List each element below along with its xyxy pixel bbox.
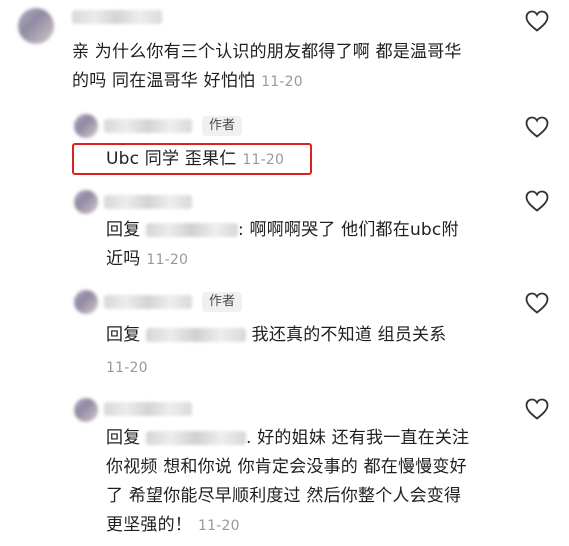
comment-text-line: 了 希望你能尽早顺利度过 然后你整个人会变得 [106,486,462,506]
comment-time: 11-20 [261,74,303,90]
heart-icon[interactable] [525,10,549,32]
comment-text-line: 回复 : 啊啊啊哭了 他们都在ubc附 [106,216,459,245]
username-blurred[interactable] [104,119,192,133]
comment-time: 11-20 [106,360,148,376]
reply-prefix: 回复 [106,428,141,448]
heart-icon[interactable] [525,116,549,138]
reply-prefix: 回复 [106,220,141,240]
comment-text: . 好的姐妹 还有我一直在关注 [246,428,470,448]
reply-target-blurred[interactable] [146,223,239,237]
heart-icon[interactable] [525,398,549,420]
comment-text-line: 更坚强的！ 11-20 [106,511,240,541]
comment-text-line: 亲 为什么你有三个认识的朋友都得了啊 都是温哥华 [72,42,462,62]
author-badge: 作者 [202,292,243,312]
comment-time: 11-20 [146,252,189,268]
avatar[interactable] [74,398,98,422]
username-blurred[interactable] [104,195,192,209]
comment-text: : 啊啊啊哭了 他们都在ubc附 [238,220,459,240]
comment-text: 的吗 同在温哥华 好怕怕 [72,71,256,91]
reply-target-blurred[interactable] [146,328,247,342]
comment-text-line: 回复 . 好的姐妹 还有我一直在关注 [106,424,469,453]
heart-icon[interactable] [525,292,549,314]
heart-icon[interactable] [525,190,549,212]
comment-text: 近吗 [106,249,141,269]
comment-text: 我还真的不知道 组员关系 [251,325,447,345]
avatar[interactable] [74,190,98,214]
avatar[interactable] [74,290,98,314]
username-blurred[interactable] [104,402,192,416]
avatar[interactable] [18,8,54,44]
author-badge: 作者 [202,116,243,136]
username-blurred[interactable] [72,10,162,24]
comment-text: 更坚强的！ [106,515,192,535]
highlight-box [72,143,312,175]
comment-time: 11-20 [198,518,240,534]
comment-text-line: 11-20 [106,353,148,383]
avatar[interactable] [74,114,98,138]
comment-text-line: 你视频 想和你说 你肯定会没事的 都在慢慢变好 [106,457,467,477]
reply-target-blurred[interactable] [146,431,247,445]
reply-prefix: 回复 [106,325,141,345]
comment-text-line: 回复 我还真的不知道 组员关系 [106,321,446,350]
username-blurred[interactable] [104,295,192,309]
comment-text-line: 的吗 同在温哥华 好怕怕 11-20 [72,67,303,97]
comment-text-line: 近吗 11-20 [106,245,188,275]
